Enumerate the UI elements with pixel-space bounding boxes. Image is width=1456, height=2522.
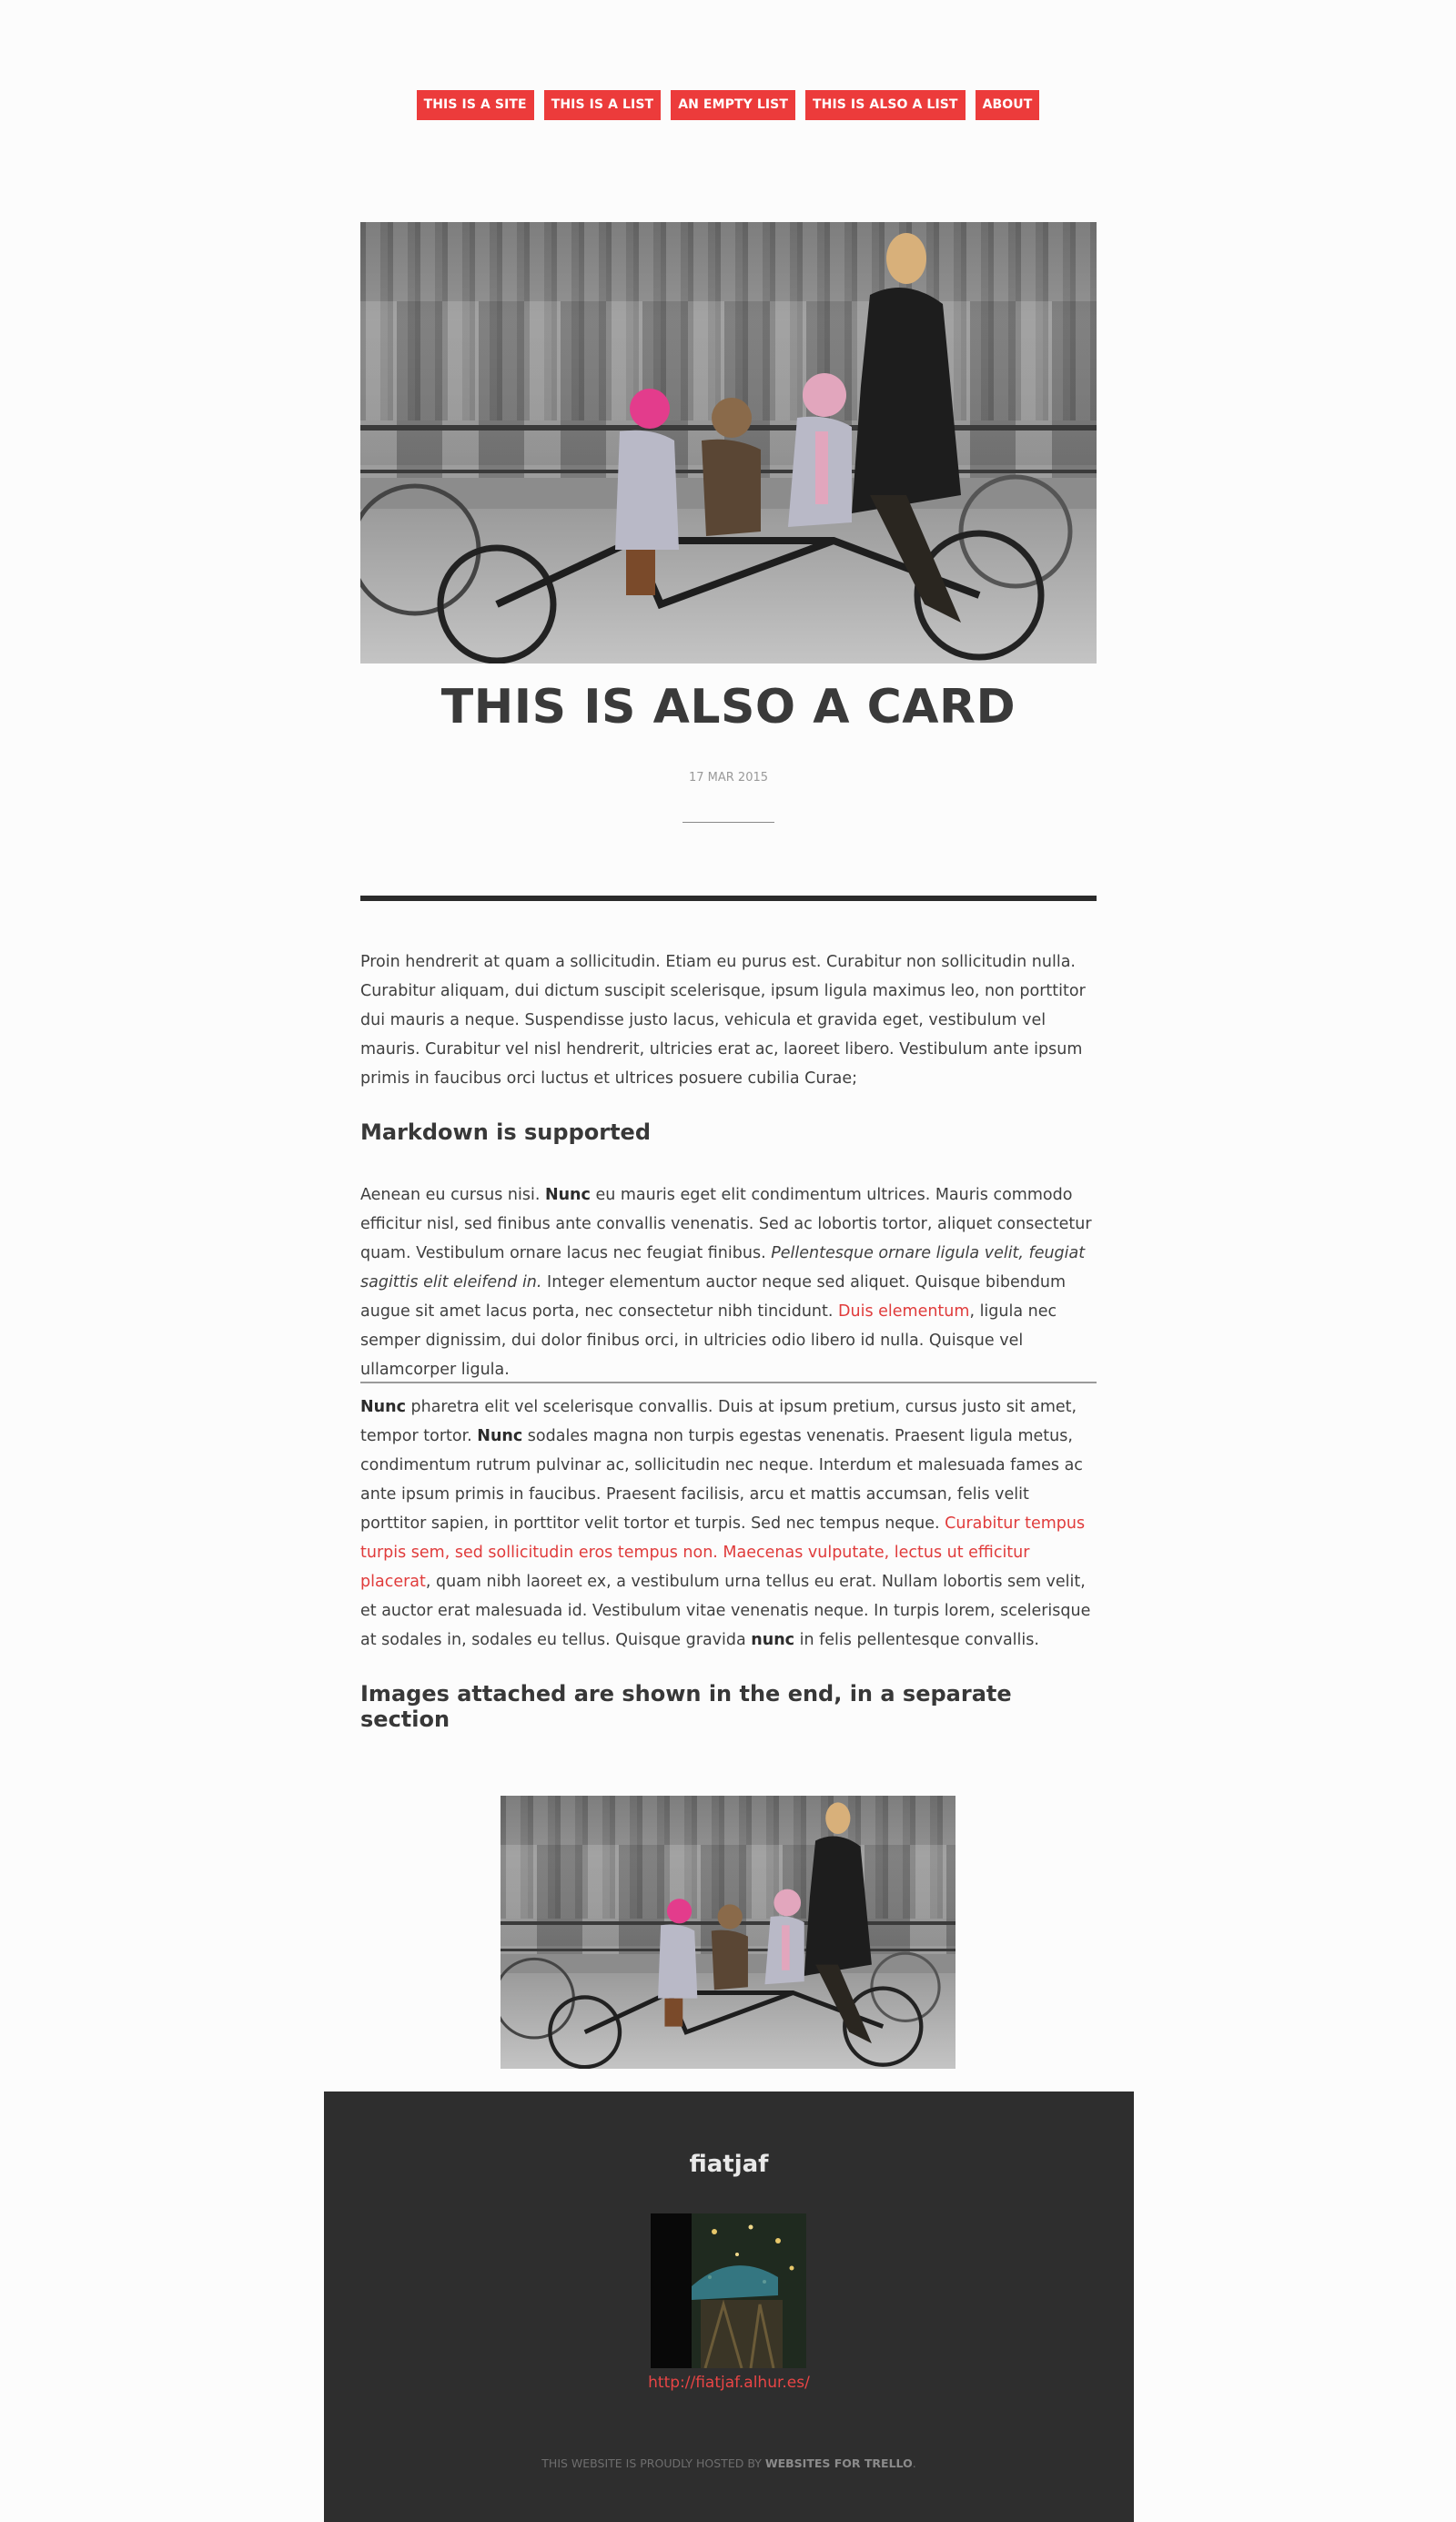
paragraph-markdown: Aenean eu cursus nisi. Nunc eu mauris eg…	[360, 1180, 1097, 1384]
nav-item-this-is-a-list[interactable]: THIS IS A LIST	[543, 90, 662, 120]
nav-item-an-empty-list[interactable]: AN EMPTY LIST	[671, 90, 795, 120]
card-cover-image	[360, 222, 1097, 663]
family-tandem-bicycle-photo-icon	[500, 1802, 941, 2069]
credit-suffix: .	[912, 2456, 916, 2470]
top-nav: THIS IS A SITE THIS IS A LIST AN EMPTY L…	[0, 90, 1456, 120]
bold-text: Nunc	[477, 1427, 523, 1445]
author-website-link[interactable]: http://fiatjaf.alhur.es/	[324, 2374, 1134, 2392]
inline-link-duis-elementum[interactable]: Duis elementum	[838, 1302, 969, 1321]
text-span: Aenean eu cursus nisi.	[360, 1186, 545, 1204]
hosting-credit: THIS WEBSITE IS PROUDLY HOSTED BY WEBSIT…	[324, 2456, 1134, 2470]
paragraph-intro: Proin hendrerit at quam a sollicitudin. …	[360, 953, 1086, 1088]
author-name: fiatjaf	[689, 2151, 769, 2178]
nav-item-this-is-also-a-list[interactable]: THIS IS ALSO A LIST	[805, 90, 966, 120]
nav-item-about[interactable]: ABOUT	[975, 90, 1040, 120]
title-divider	[682, 822, 774, 823]
credit-brand-link[interactable]: WEBSITES FOR TRELLO	[765, 2456, 913, 2470]
bold-text: Nunc	[544, 1186, 591, 1204]
paragraph-nunc: Nunc pharetra elit vel scelerisque conva…	[360, 1393, 1097, 1655]
card-date: 17 MAR 2015	[688, 771, 769, 785]
site-footer: fiatjaf http://fiatjaf.alhur.es/ THIS WE…	[324, 2092, 1134, 2522]
bold-text: Nunc	[360, 1398, 406, 1416]
bold-text: nunc	[751, 1631, 795, 1649]
text-span: in felis pellentesque convallis.	[794, 1631, 1039, 1649]
card-title: THIS IS ALSO A CARD	[440, 680, 1016, 734]
credit-prefix: THIS WEBSITE IS PROUDLY HOSTED BY	[541, 2456, 765, 2470]
content-divider	[360, 896, 1097, 901]
attached-image[interactable]	[500, 1796, 956, 2069]
avatar-photo-icon	[651, 2213, 806, 2368]
nav-item-this-is-a-site[interactable]: THIS IS A SITE	[416, 90, 534, 120]
heading-images-attached: Images attached are shown in the end, in…	[360, 1681, 1012, 1732]
family-tandem-bicycle-photo-icon	[360, 233, 1073, 663]
horizontal-rule	[360, 1382, 1097, 1383]
heading-markdown-supported: Markdown is supported	[360, 1119, 652, 1145]
